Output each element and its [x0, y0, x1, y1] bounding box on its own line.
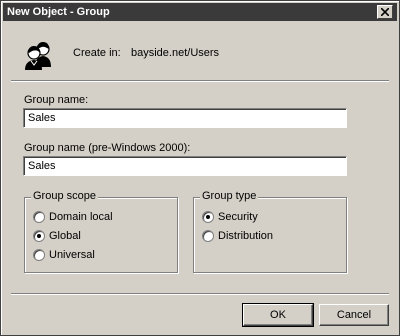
radio-label-universal: Universal: [49, 249, 95, 261]
title-bar[interactable]: New Object - Group: [3, 3, 397, 21]
radio-button[interactable]: [33, 249, 45, 261]
radio-button[interactable]: [202, 230, 214, 242]
group-type-box: Group type Security Distribution: [193, 190, 347, 273]
group-name-pre2000-label: Group name (pre-Windows 2000):: [24, 142, 191, 154]
radio-label-domain-local: Domain local: [49, 211, 113, 223]
radio-button-checked[interactable]: [33, 230, 45, 242]
group-name-input[interactable]: [23, 108, 347, 128]
radio-button[interactable]: [33, 211, 45, 223]
close-button[interactable]: [377, 5, 393, 19]
users-group-icon: [25, 42, 51, 70]
group-scope-legend: Group scope: [31, 190, 98, 202]
separator-bottom: [11, 293, 389, 295]
radio-button-checked[interactable]: [202, 211, 214, 223]
cancel-button[interactable]: Cancel: [319, 304, 389, 326]
separator-top: [11, 80, 389, 82]
ok-button[interactable]: OK: [242, 303, 314, 327]
radio-label-distribution: Distribution: [218, 230, 274, 242]
group-scope-box: Group scope Domain local Global Universa…: [24, 190, 178, 273]
new-object-group-dialog: New Object - Group Create in: bayside.ne…: [0, 0, 400, 336]
create-in-label: Create in:: [73, 47, 121, 59]
radio-label-global: Global: [49, 230, 81, 242]
close-icon: [381, 8, 389, 16]
group-name-label: Group name:: [24, 94, 89, 106]
radio-label-security: Security: [218, 211, 258, 223]
group-name-pre2000-input[interactable]: [23, 156, 347, 176]
window-title: New Object - Group: [7, 6, 110, 18]
create-in-path: bayside.net/Users: [131, 47, 220, 59]
group-type-legend: Group type: [200, 190, 259, 202]
